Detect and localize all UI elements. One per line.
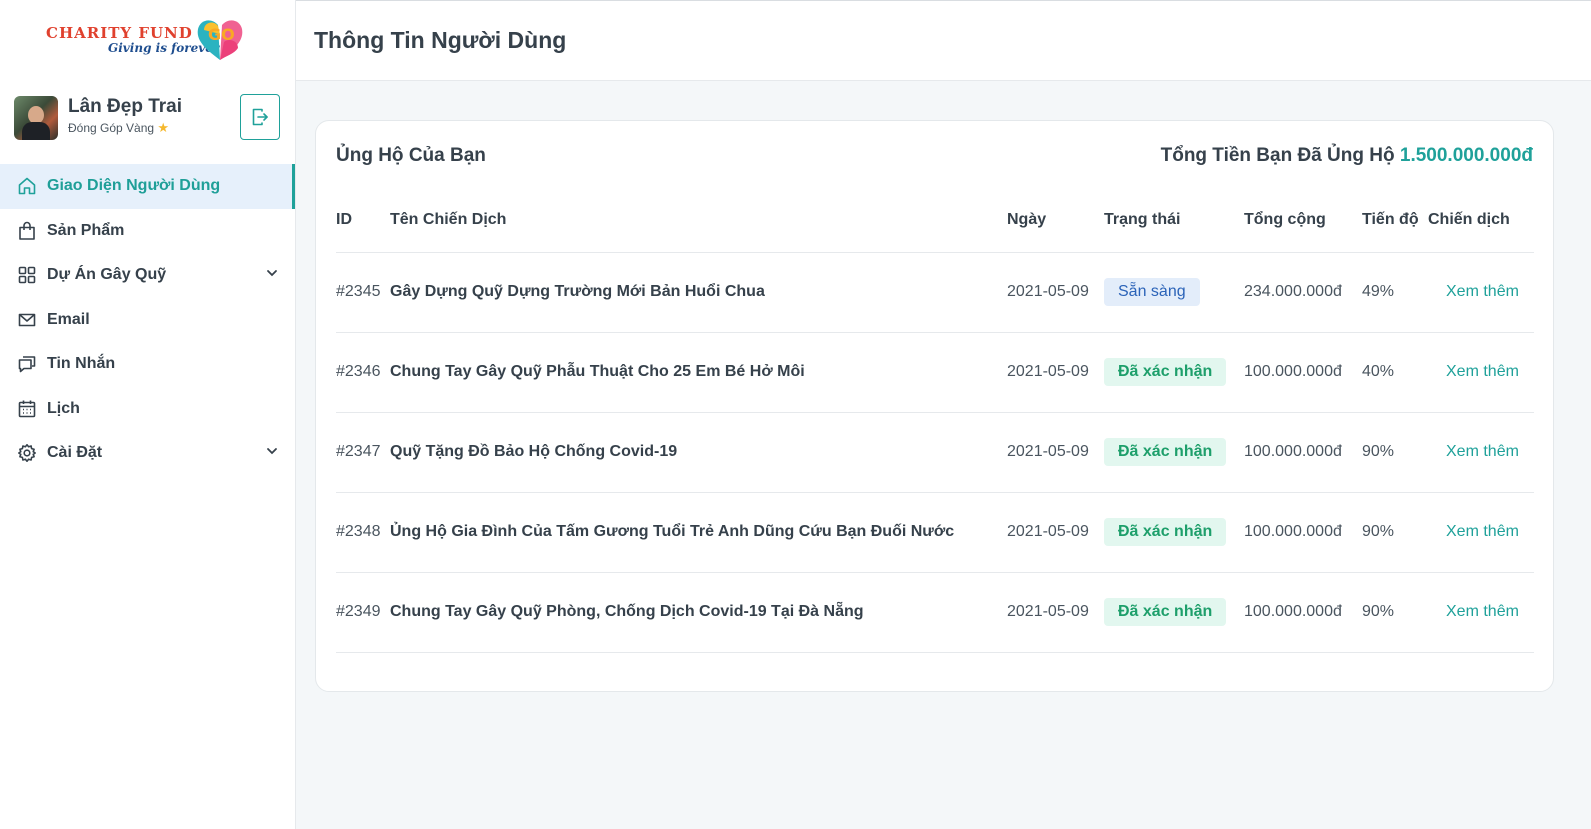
sidebar-item-label: Tin Nhắn <box>47 355 116 373</box>
total-label: Tổng Tiền Bạn Đã Ủng Hộ <box>1160 145 1395 166</box>
sidebar-menu: Giao Diện Người Dùng Sản Phẩm Dự Án Gây … <box>0 164 295 476</box>
view-more-link[interactable]: Xem thêm <box>1446 283 1519 301</box>
card-title: Ủng Hộ Của Bạn <box>336 145 486 166</box>
status-badge: Đã xác nhận <box>1104 598 1227 626</box>
table-row: #2349 Chung Tay Gây Quỹ Phòng, Chống Dịc… <box>336 573 1534 653</box>
view-more-link[interactable]: Xem thêm <box>1446 443 1519 461</box>
row-total: 100.000.000đ <box>1244 603 1342 620</box>
table-row: #2347 Quỹ Tặng Đồ Bảo Hộ Chống Covid-19 … <box>336 413 1534 493</box>
row-campaign-name: Quỹ Tặng Đồ Bảo Hộ Chống Covid-19 <box>390 443 678 460</box>
row-campaign-name: Gây Dựng Quỹ Dựng Trường Mới Bản Huổi Ch… <box>390 283 765 300</box>
star-icon: ★ <box>157 120 170 135</box>
view-more-link[interactable]: Xem thêm <box>1446 603 1519 621</box>
donations-card: Ủng Hộ Của Bạn Tổng Tiền Bạn Đã Ủng Hộ 1… <box>315 120 1554 692</box>
brand-mark-text: GO <box>208 25 235 44</box>
grid-icon <box>16 264 38 286</box>
total-donated: Tổng Tiền Bạn Đã Ủng Hộ 1.500.000.000đ <box>1161 145 1533 167</box>
column-header-status[interactable]: Trạng thái <box>1104 211 1180 229</box>
table-row: #2348 Ủng Hộ Gia Đình Của Tấm Gương Tuổi… <box>336 493 1534 573</box>
row-total: 234.000.000đ <box>1244 283 1342 300</box>
column-header-progress[interactable]: Tiến độ <box>1362 211 1419 229</box>
table-row: #2345 Gây Dựng Quỹ Dựng Trường Mới Bản H… <box>336 253 1534 333</box>
row-progress: 90% <box>1362 443 1395 460</box>
row-campaign-name: Chung Tay Gây Quỹ Phẫu Thuật Cho 25 Em B… <box>390 363 805 380</box>
sidebar-item-messages[interactable]: Tin Nhắn <box>0 342 295 387</box>
row-date: 2021-05-09 <box>1007 363 1089 380</box>
status-badge: Sẵn sàng <box>1104 278 1200 306</box>
row-id: #2346 <box>336 363 381 380</box>
row-date: 2021-05-09 <box>1007 523 1089 540</box>
row-date: 2021-05-09 <box>1007 603 1089 620</box>
sidebar-item-user-interface[interactable]: Giao Diện Người Dùng <box>0 164 295 209</box>
sidebar-item-label: Lịch <box>47 399 80 417</box>
row-id: #2348 <box>336 523 381 540</box>
calendar-icon <box>16 398 38 420</box>
column-header-date[interactable]: Ngày <box>1007 211 1046 229</box>
chat-icon <box>16 353 38 375</box>
sidebar-item-products[interactable]: Sản Phẩm <box>0 209 295 254</box>
user-name: Lân Đẹp Trai <box>68 96 183 117</box>
status-badge: Đã xác nhận <box>1104 518 1227 546</box>
row-progress: 40% <box>1362 363 1395 380</box>
row-progress: 90% <box>1362 603 1395 620</box>
shopping-bag-icon <box>16 220 38 242</box>
sidebar-item-calendar[interactable]: Lịch <box>0 387 295 432</box>
sidebar-item-label: Sản Phẩm <box>47 221 125 239</box>
status-badge: Đã xác nhận <box>1104 438 1227 466</box>
sidebar-item-label: Dự Án Gây Quỹ <box>47 266 167 284</box>
row-id: #2347 <box>336 443 381 460</box>
page-header: Thông Tin Người Dùng <box>296 1 1591 81</box>
logout-icon <box>252 108 268 126</box>
column-header-campaign-name[interactable]: Tên Chiến Dịch <box>390 211 506 229</box>
row-progress: 90% <box>1362 523 1395 540</box>
view-more-link[interactable]: Xem thêm <box>1446 363 1519 381</box>
row-progress: 49% <box>1362 283 1395 300</box>
row-total: 100.000.000đ <box>1244 443 1342 460</box>
row-campaign-name: Chung Tay Gây Quỹ Phòng, Chống Dịch Covi… <box>390 603 864 620</box>
brand-name: CHARITY FUND <box>46 24 193 42</box>
user-rank: Đóng Góp Vàng ★ <box>68 120 169 136</box>
row-total: 100.000.000đ <box>1244 363 1342 380</box>
total-amount: 1.500.000.000đ <box>1399 145 1533 166</box>
envelope-icon <box>16 309 38 331</box>
chevron-down-icon[interactable] <box>265 266 279 285</box>
status-badge: Đã xác nhận <box>1104 358 1227 386</box>
row-date: 2021-05-09 <box>1007 283 1089 300</box>
sidebar-item-fundraising-projects[interactable]: Dự Án Gây Quỹ <box>0 253 295 298</box>
column-header-id[interactable]: ID <box>336 211 352 229</box>
sidebar-item-label: Email <box>47 310 90 328</box>
gear-icon <box>16 442 38 464</box>
user-rank-label: Đóng Góp Vàng <box>68 121 155 135</box>
sidebar-item-email[interactable]: Email <box>0 298 295 343</box>
chevron-down-icon[interactable] <box>265 444 279 463</box>
row-date: 2021-05-09 <box>1007 443 1089 460</box>
home-icon <box>16 175 38 197</box>
row-campaign-name: Ủng Hộ Gia Đình Của Tấm Gương Tuổi Trẻ A… <box>390 523 955 540</box>
sidebar-item-label: Giao Diện Người Dùng <box>47 177 221 195</box>
table-row: #2346 Chung Tay Gây Quỹ Phẫu Thuật Cho 2… <box>336 333 1534 413</box>
sidebar-item-label: Cài Đặt <box>47 444 103 462</box>
avatar[interactable] <box>14 96 58 140</box>
row-total: 100.000.000đ <box>1244 523 1342 540</box>
row-id: #2345 <box>336 283 381 300</box>
view-more-link[interactable]: Xem thêm <box>1446 523 1519 541</box>
user-profile: Lân Đẹp Trai Đóng Góp Vàng ★ <box>14 94 280 142</box>
logout-button[interactable] <box>240 94 280 140</box>
column-header-campaign[interactable]: Chiến dịch <box>1428 211 1510 229</box>
row-id: #2349 <box>336 603 381 620</box>
table-header: ID Tên Chiến Dịch Ngày Trạng thái Tổng c… <box>336 201 1534 253</box>
page-title: Thông Tin Người Dùng <box>314 27 567 53</box>
brand-logo[interactable]: CHARITY FUND Giving is forever GO <box>46 16 250 64</box>
heart-logo-icon: GO <box>197 20 243 60</box>
column-header-total[interactable]: Tổng cộng <box>1244 211 1326 229</box>
sidebar-item-settings[interactable]: Cài Đặt <box>0 431 295 476</box>
sidebar: CHARITY FUND Giving is forever GO Lân Đẹ… <box>0 0 296 829</box>
